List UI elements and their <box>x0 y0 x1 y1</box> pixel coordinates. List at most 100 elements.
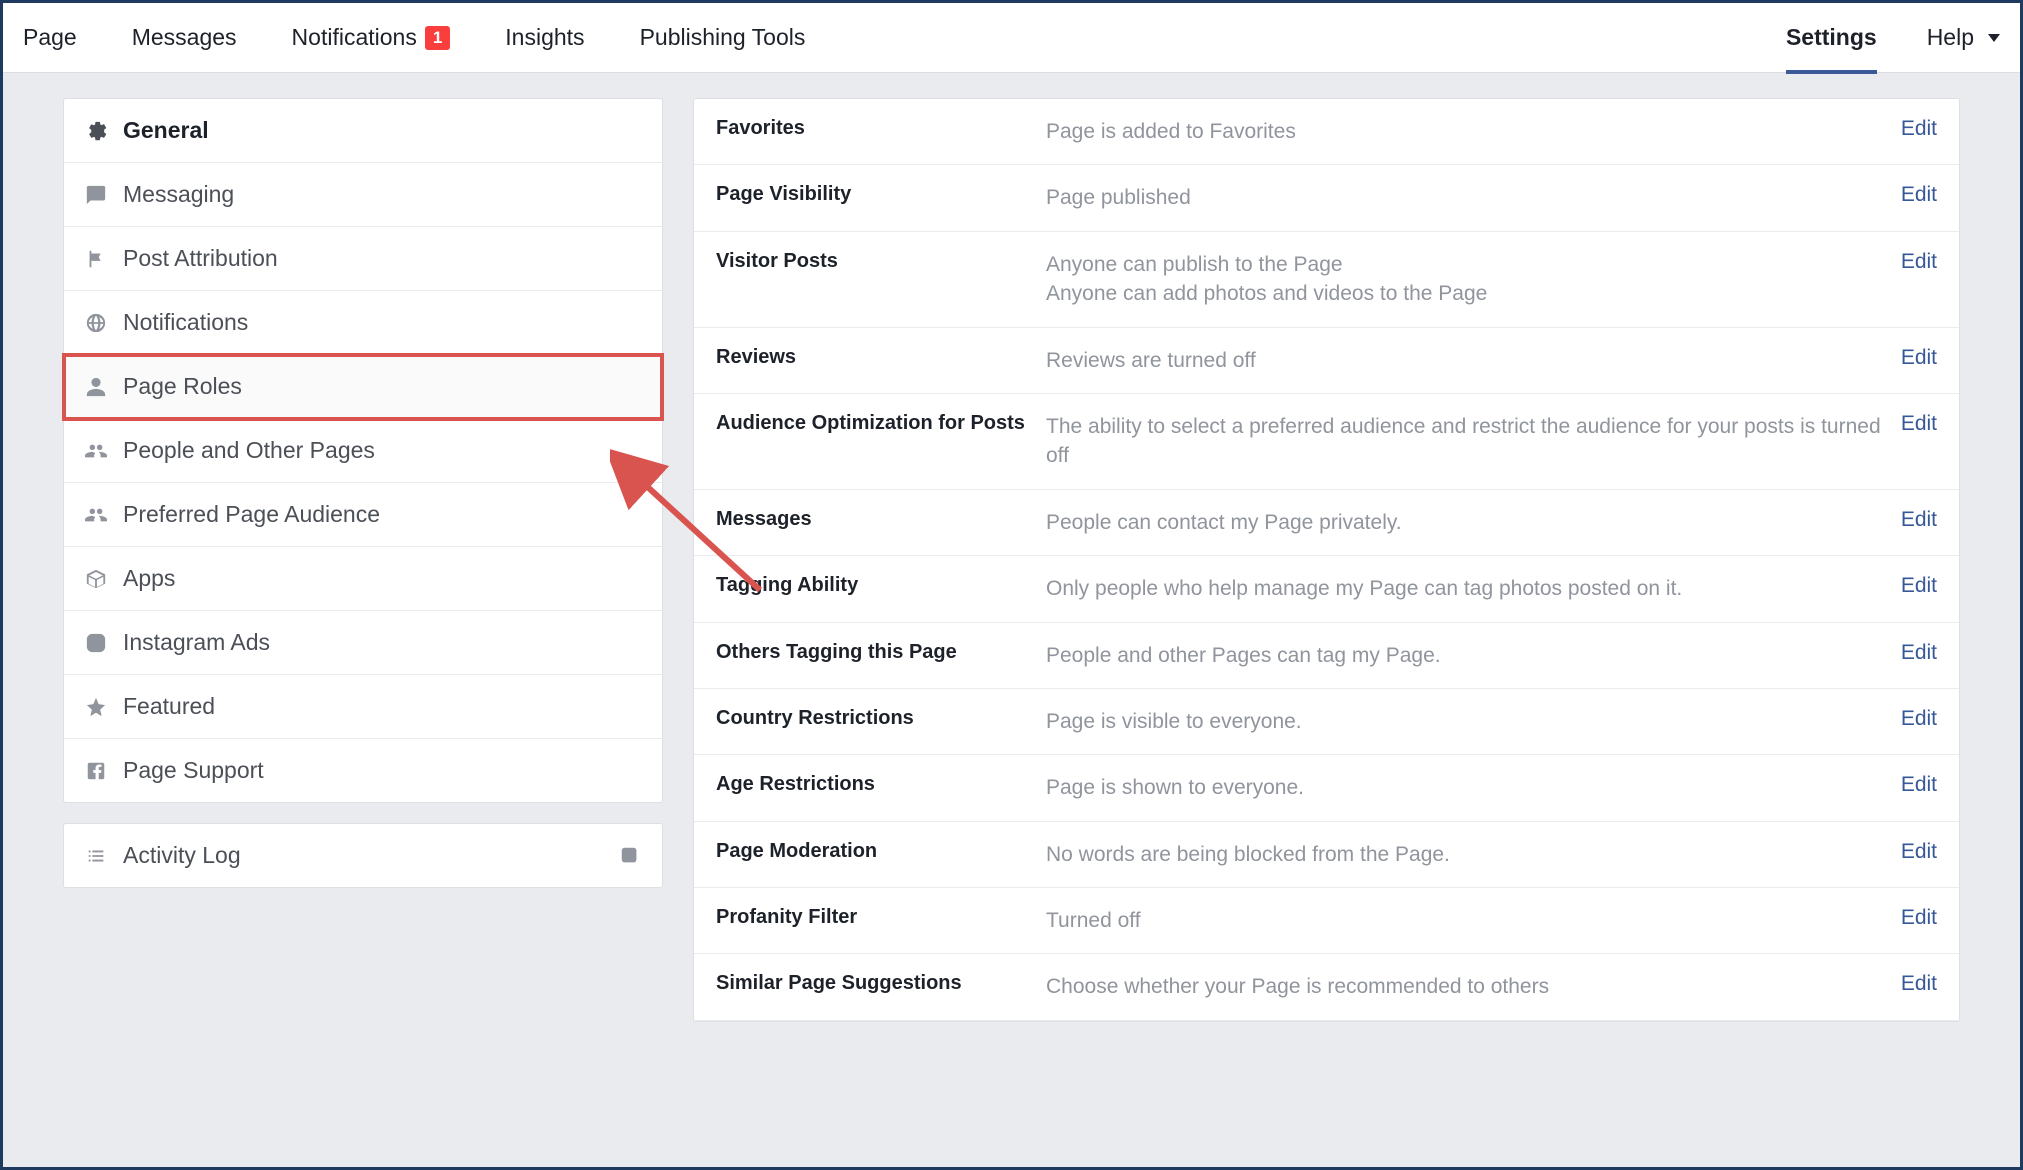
setting-value: Page is visible to everyone. <box>1046 707 1881 736</box>
setting-row-tagging-ability: Tagging Ability Only people who help man… <box>694 556 1959 622</box>
setting-label: Tagging Ability <box>716 574 1046 597</box>
sidebar-item-general[interactable]: General <box>64 99 662 163</box>
setting-label: Messages <box>716 508 1046 531</box>
edit-link[interactable]: Edit <box>1901 972 1937 996</box>
sidebar-item-label: Messaging <box>123 181 234 208</box>
nav-label: Messages <box>132 24 237 51</box>
setting-value: Page is shown to everyone. <box>1046 773 1881 802</box>
edit-link[interactable]: Edit <box>1901 773 1937 797</box>
settings-sidebar: General Messaging Post Attribution Notif… <box>63 98 663 1022</box>
sidebar-item-label: Page Roles <box>123 373 242 400</box>
setting-label: Favorites <box>716 117 1046 140</box>
edit-link[interactable]: Edit <box>1901 183 1937 207</box>
instagram-icon <box>84 631 108 655</box>
nav-label: Insights <box>505 24 584 51</box>
setting-row-profanity-filter: Profanity Filter Turned off Edit <box>694 888 1959 954</box>
settings-panel: Favorites Page is added to Favorites Edi… <box>693 98 1960 1022</box>
setting-label: Page Moderation <box>716 840 1046 863</box>
goto-icon <box>618 844 642 868</box>
topnav-left-group: Page Messages Notifications 1 Insights P… <box>23 24 805 51</box>
setting-value: Choose whether your Page is recommended … <box>1046 972 1881 1001</box>
setting-value: No words are being blocked from the Page… <box>1046 840 1881 869</box>
nav-publishing-tools[interactable]: Publishing Tools <box>640 24 806 51</box>
sidebar-item-page-support[interactable]: Page Support <box>64 739 662 802</box>
edit-link[interactable]: Edit <box>1901 346 1937 370</box>
setting-value: People can contact my Page privately. <box>1046 508 1881 537</box>
sidebar-item-label: Activity Log <box>123 842 241 869</box>
setting-value: Reviews are turned off <box>1046 346 1881 375</box>
edit-link[interactable]: Edit <box>1901 117 1937 141</box>
nav-label: Help <box>1927 24 1974 51</box>
setting-label: Country Restrictions <box>716 707 1046 730</box>
sidebar-item-featured[interactable]: Featured <box>64 675 662 739</box>
setting-value: Anyone can publish to the Page Anyone ca… <box>1046 250 1881 309</box>
setting-row-similar-page-suggestions: Similar Page Suggestions Choose whether … <box>694 954 1959 1020</box>
setting-value: Page published <box>1046 183 1881 212</box>
edit-link[interactable]: Edit <box>1901 641 1937 665</box>
nav-page[interactable]: Page <box>23 24 77 51</box>
topnav-right-group: Settings Help <box>1786 24 2000 51</box>
sidebar-item-post-attribution[interactable]: Post Attribution <box>64 227 662 291</box>
setting-label: Others Tagging this Page <box>716 641 1046 664</box>
sidebar-item-instagram-ads[interactable]: Instagram Ads <box>64 611 662 675</box>
setting-row-favorites: Favorites Page is added to Favorites Edi… <box>694 99 1959 165</box>
setting-label: Reviews <box>716 346 1046 369</box>
sidebar-main-group: General Messaging Post Attribution Notif… <box>63 98 663 803</box>
sidebar-item-notifications[interactable]: Notifications <box>64 291 662 355</box>
notifications-badge: 1 <box>425 26 450 50</box>
chat-icon <box>84 183 108 207</box>
sidebar-item-label: Apps <box>123 565 175 592</box>
person-icon <box>84 375 108 399</box>
sidebar-item-apps[interactable]: Apps <box>64 547 662 611</box>
setting-value: Turned off <box>1046 906 1881 935</box>
sidebar-activity-group: Activity Log <box>63 823 663 888</box>
sidebar-item-label: Preferred Page Audience <box>123 501 380 528</box>
sidebar-item-activity-log[interactable]: Activity Log <box>64 824 662 887</box>
edit-link[interactable]: Edit <box>1901 840 1937 864</box>
box-icon <box>84 567 108 591</box>
edit-link[interactable]: Edit <box>1901 250 1937 274</box>
sidebar-item-messaging[interactable]: Messaging <box>64 163 662 227</box>
list-icon <box>84 844 108 868</box>
nav-label: Notifications <box>292 24 417 51</box>
setting-row-messages: Messages People can contact my Page priv… <box>694 490 1959 556</box>
setting-label: Profanity Filter <box>716 906 1046 929</box>
setting-value: People and other Pages can tag my Page. <box>1046 641 1881 670</box>
setting-row-visitor-posts: Visitor Posts Anyone can publish to the … <box>694 232 1959 328</box>
setting-label: Age Restrictions <box>716 773 1046 796</box>
sidebar-item-label: Featured <box>123 693 215 720</box>
edit-link[interactable]: Edit <box>1901 412 1937 436</box>
setting-label: Audience Optimization for Posts <box>716 412 1046 435</box>
nav-label: Page <box>23 24 77 51</box>
sidebar-item-label: General <box>123 117 209 144</box>
sidebar-item-label: Instagram Ads <box>123 629 270 656</box>
facebook-icon <box>84 759 108 783</box>
top-navigation: Page Messages Notifications 1 Insights P… <box>3 3 2020 73</box>
setting-row-age-restrictions: Age Restrictions Page is shown to everyo… <box>694 755 1959 821</box>
edit-link[interactable]: Edit <box>1901 707 1937 731</box>
nav-insights[interactable]: Insights <box>505 24 584 51</box>
nav-messages[interactable]: Messages <box>132 24 237 51</box>
sidebar-item-page-roles[interactable]: Page Roles <box>64 355 662 419</box>
edit-link[interactable]: Edit <box>1901 508 1937 532</box>
setting-label: Page Visibility <box>716 183 1046 206</box>
nav-notifications[interactable]: Notifications 1 <box>292 24 451 51</box>
setting-row-others-tagging: Others Tagging this Page People and othe… <box>694 623 1959 689</box>
nav-help[interactable]: Help <box>1927 24 2000 51</box>
edit-link[interactable]: Edit <box>1901 906 1937 930</box>
setting-row-country-restrictions: Country Restrictions Page is visible to … <box>694 689 1959 755</box>
setting-row-reviews: Reviews Reviews are turned off Edit <box>694 328 1959 394</box>
edit-link[interactable]: Edit <box>1901 574 1937 598</box>
gear-icon <box>84 119 108 143</box>
chevron-down-icon <box>1988 34 2000 42</box>
setting-row-page-moderation: Page Moderation No words are being block… <box>694 822 1959 888</box>
star-icon <box>84 695 108 719</box>
sidebar-item-preferred-audience[interactable]: Preferred Page Audience <box>64 483 662 547</box>
sidebar-item-label: Page Support <box>123 757 264 784</box>
setting-value: Only people who help manage my Page can … <box>1046 574 1881 603</box>
content-area: General Messaging Post Attribution Notif… <box>3 73 2020 1047</box>
people-icon <box>84 439 108 463</box>
setting-value: The ability to select a preferred audien… <box>1046 412 1881 471</box>
nav-settings[interactable]: Settings <box>1786 24 1877 51</box>
sidebar-item-people-other-pages[interactable]: People and Other Pages <box>64 419 662 483</box>
